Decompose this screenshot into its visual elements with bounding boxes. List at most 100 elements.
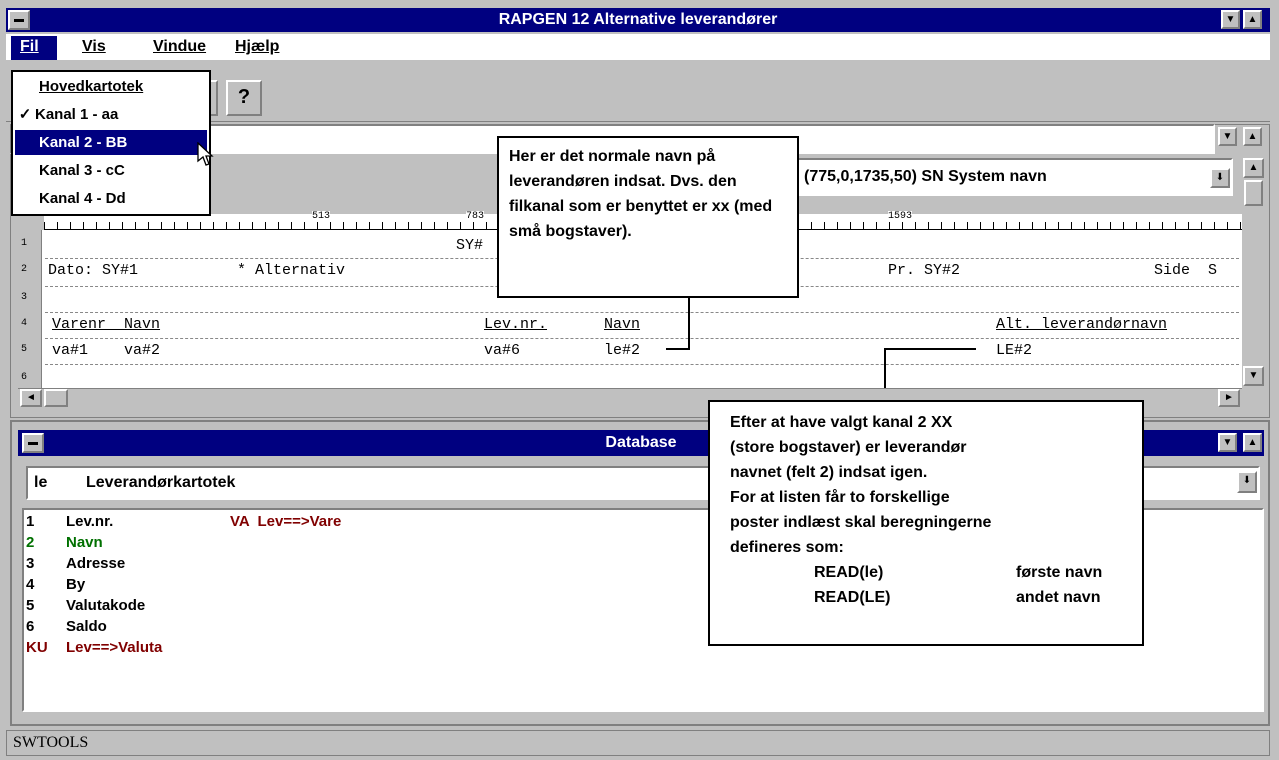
status-text: SWTOOLS: [13, 734, 89, 751]
database-field-name: By: [66, 576, 86, 593]
callout2-read2-desc: andet navn: [1016, 589, 1101, 606]
menu-vindue[interactable]: Vindue: [153, 36, 206, 58]
menu-vis[interactable]: Vis: [82, 36, 106, 58]
callout-normal-name: Her er det normale navn på leverandøren …: [497, 136, 799, 298]
database-field-number: 2: [26, 534, 35, 551]
database-field-number: 4: [26, 576, 35, 593]
report-va6-field[interactable]: va#6: [484, 342, 520, 359]
maximize-button[interactable]: ▲: [1243, 10, 1262, 29]
menu-hjaelp[interactable]: Hjælp: [235, 36, 279, 58]
database-field-name: Lev.nr.: [66, 513, 114, 530]
callout2-read1: READ(le): [814, 564, 884, 581]
database-field-number: KU: [26, 639, 48, 656]
callout2-line-1: Efter at have valgt kanal 2 XX: [730, 414, 953, 431]
report-levnr-header[interactable]: Lev.nr.: [484, 316, 547, 333]
field-combo-dropdown[interactable]: ⬇: [1210, 168, 1230, 188]
row-num-1: 1: [21, 238, 28, 249]
menu-vindue-label: Vindue: [153, 38, 207, 55]
menu-item-kanal-2-label: Kanal 2 - BB: [39, 134, 128, 151]
report-pr-field[interactable]: Pr. SY#2: [888, 262, 960, 279]
database-field-name: Adresse: [66, 555, 126, 572]
database-maximize-button[interactable]: ▲: [1243, 433, 1262, 452]
row-num-4: 4: [21, 318, 28, 329]
callout1-text: Her er det normale navn på leverandøren …: [509, 148, 773, 240]
field-combo-value: (775,0,1735,50) SN System navn: [804, 168, 1047, 185]
callout2-line-4: For at listen får to forskellige: [730, 489, 950, 506]
report-LE2-field[interactable]: LE#2: [996, 342, 1032, 359]
help-icon: ?: [237, 86, 251, 108]
vscroll-thumb[interactable]: [1244, 180, 1263, 206]
help-button[interactable]: ?: [226, 80, 262, 116]
report-side-field[interactable]: Side S: [1154, 262, 1217, 279]
database-field-name: Navn: [66, 534, 103, 551]
database-field-name: Saldo: [66, 618, 107, 635]
menu-item-kanal-1[interactable]: ✓ Kanal 1 - aa: [15, 102, 207, 127]
menu-item-kanal-4-label: Kanal 4 - Dd: [39, 190, 126, 207]
database-combo-dropdown[interactable]: ⬇: [1237, 471, 1257, 493]
hscroll-left[interactable]: ◄: [20, 389, 42, 407]
database-minimize-button[interactable]: ▼: [1218, 433, 1237, 452]
callout2-read2: READ(LE): [814, 589, 891, 606]
field-combo[interactable]: (775,0,1735,50) SN System navn: [796, 158, 1233, 196]
database-field-link[interactable]: VA Lev==>Vare: [230, 512, 341, 532]
system-menu-button[interactable]: ▬: [8, 10, 30, 30]
ruler-mark-513: 513: [312, 211, 331, 222]
callout1-connector-v: [688, 298, 690, 350]
mouse-cursor-icon: [197, 142, 214, 166]
designer-vscroll[interactable]: [1243, 180, 1264, 388]
menu-item-kanal-2[interactable]: Kanal 2 - BB: [15, 130, 207, 155]
row-num-5: 5: [21, 344, 28, 355]
callout2-connector-h: [884, 348, 976, 350]
vscroll-up[interactable]: ▲: [1243, 158, 1264, 178]
report-row-4[interactable]: Varenr Navn: [52, 316, 160, 333]
database-title: Database: [605, 434, 677, 451]
check-icon: ✓: [18, 106, 32, 123]
row-num-2: 2: [21, 264, 28, 275]
database-field-number: 6: [26, 618, 35, 635]
report-alt-header[interactable]: Alt. leverandørnavn: [996, 316, 1167, 333]
database-combo-code: le: [34, 474, 48, 491]
row-num-3: 3: [21, 292, 28, 303]
top-combo-maximize[interactable]: ▲: [1243, 127, 1262, 146]
hscroll-thumb[interactable]: [44, 389, 68, 407]
menu-vis-label: Vis: [82, 38, 106, 55]
title-bar: RAPGEN 12 Alternative leverandører: [6, 8, 1270, 32]
callout1-connector-h: [666, 348, 690, 350]
menu-item-kanal-3[interactable]: Kanal 3 - cC: [15, 158, 207, 183]
database-field-number: 5: [26, 597, 35, 614]
top-combo-minimize[interactable]: ▼: [1218, 127, 1237, 146]
hscroll-right[interactable]: ►: [1218, 389, 1240, 407]
database-combo-name: Leverandørkartotek: [86, 474, 236, 491]
ruler-mark-783: 783: [466, 211, 485, 222]
database-field-name: Lev==>Valuta: [66, 639, 163, 656]
menu-item-kanal-4[interactable]: Kanal 4 - Dd: [15, 186, 207, 211]
database-field-number: 3: [26, 555, 35, 572]
menu-item-hovedkartotek[interactable]: Hovedkartotek: [15, 74, 207, 99]
row-num-6: 6: [21, 372, 28, 383]
vscroll-down[interactable]: ▼: [1243, 366, 1264, 386]
callout2-line-6: defineres som:: [730, 539, 844, 556]
window-title: RAPGEN 12 Alternative leverandører: [498, 11, 778, 28]
report-row-5[interactable]: va#1 va#2: [52, 342, 160, 359]
report-navn-header[interactable]: Navn: [604, 316, 640, 333]
menu-item-hovedkartotek-label: Hovedkartotek: [39, 78, 144, 95]
database-system-button[interactable]: ▬: [22, 433, 44, 453]
report-row-2[interactable]: Dato: SY#1 * Alternativ: [48, 262, 345, 279]
line-number-gutter: [18, 230, 42, 388]
report-le2-field[interactable]: le#2: [604, 342, 640, 359]
callout2-line-3: navnet (felt 2) indsat igen.: [730, 464, 928, 481]
callout2-line-2: (store bogstaver) er leverandør: [730, 439, 967, 456]
database-field-number: 1: [26, 513, 35, 530]
status-bar: SWTOOLS: [6, 730, 1270, 756]
menu-fil-label: Fil: [20, 38, 39, 55]
menu-item-kanal-1-label: Kanal 1 - aa: [35, 106, 119, 123]
report-sy-field[interactable]: SY#: [456, 237, 483, 254]
menu-hjaelp-label: Hjælp: [235, 38, 280, 55]
database-field-name: Valutakode: [66, 597, 146, 614]
minimize-button[interactable]: ▼: [1221, 10, 1240, 29]
callout-channel-2: Efter at have valgt kanal 2 XX (store bo…: [708, 400, 1144, 646]
file-menu-dropdown: Hovedkartotek ✓ Kanal 1 - aa Kanal 2 - BB…: [11, 70, 211, 216]
menu-fil[interactable]: Fil: [11, 36, 57, 60]
callout2-line-5: poster indlæst skal beregningerne: [730, 514, 992, 531]
menu-item-kanal-3-label: Kanal 3 - cC: [39, 162, 125, 179]
